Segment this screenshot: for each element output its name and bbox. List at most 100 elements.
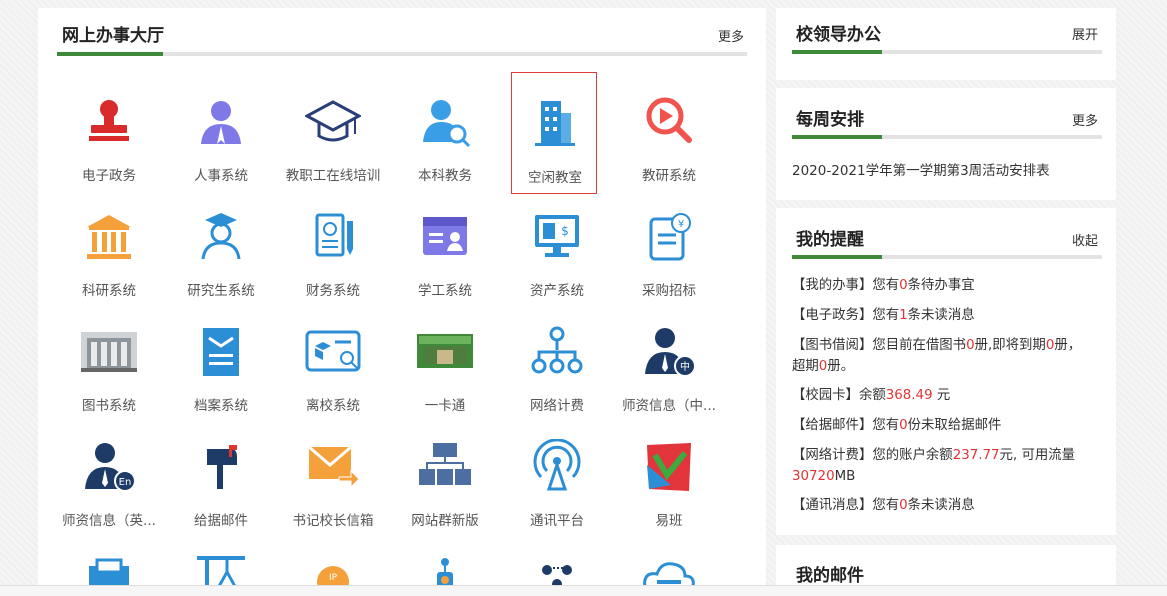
group-users-icon xyxy=(542,565,572,588)
service-hall-more-link[interactable]: 更多 xyxy=(718,26,744,45)
weekly-schedule-title-bar xyxy=(792,135,1102,139)
app-label: 研究生系统 xyxy=(187,283,255,299)
service-hall-panel: 网上办事大厅 更多 电子政务 人事系统 教职工在线培训 本科教务 空闲教室 教研… xyxy=(38,8,766,588)
stamp-icon xyxy=(89,100,129,141)
reminders-title: 我的提醒 xyxy=(796,230,864,250)
weekly-schedule-title: 每周安排 xyxy=(796,110,864,130)
app-label: 资产系统 xyxy=(530,283,584,299)
app-tile-campus-card[interactable]: 一卡通 xyxy=(389,300,501,415)
app-label: 书记校长信箱 xyxy=(292,513,374,529)
app-tile-undergrad-affairs[interactable]: 本科教务 xyxy=(389,70,501,185)
app-label: 离校系统 xyxy=(306,398,360,414)
app-label: 给据邮件 xyxy=(194,513,248,529)
svg-text:IP: IP xyxy=(329,573,338,583)
app-label: 空闲教室 xyxy=(528,170,582,186)
app-label: 电子政务 xyxy=(82,168,136,184)
reminders-title-bar xyxy=(792,255,1102,259)
app-tile-website-group[interactable]: 网站群新版 xyxy=(389,415,501,530)
app-tile-staff-training[interactable]: 教职工在线培训 xyxy=(277,70,389,185)
reminder-e-gov[interactable]: 【电子政务】您有1条未读消息 xyxy=(792,305,1092,326)
app-tile-leave-school[interactable]: 离校系统 xyxy=(277,300,389,415)
app-tile-faculty-info-en[interactable]: En 师资信息（英... xyxy=(53,415,165,530)
app-tile-row5-2[interactable] xyxy=(165,530,277,588)
finance-document-icon xyxy=(315,213,353,257)
institution-icon xyxy=(87,215,131,259)
app-tile-graduate[interactable]: 研究生系统 xyxy=(165,185,277,300)
mailbox-icon xyxy=(207,445,237,489)
app-tile-scientific-research[interactable]: 科研系统 xyxy=(53,185,165,300)
app-tile-row5-3[interactable]: IP xyxy=(277,530,389,588)
app-label: 本科教务 xyxy=(418,168,472,184)
service-hall-title-bar xyxy=(57,52,747,56)
app-tile-registered-mail[interactable]: 给据邮件 xyxy=(165,415,277,530)
app-label: 易班 xyxy=(655,513,683,529)
app-tile-president-mailbox[interactable]: 书记校长信箱 xyxy=(277,415,389,530)
app-label: 网站群新版 xyxy=(411,513,479,529)
app-label: 档案系统 xyxy=(194,398,248,414)
browser-status-bar xyxy=(0,585,1167,596)
weekly-schedule-panel: 每周安排 更多 2020-2021学年第一学期第3周活动安排表 xyxy=(776,88,1116,200)
svg-text:中: 中 xyxy=(680,360,690,373)
library-photo-icon xyxy=(81,332,137,372)
person-icon xyxy=(201,101,241,144)
leaders-office-toggle[interactable]: 展开 xyxy=(1072,24,1098,43)
app-tile-network-billing[interactable]: 网络计费 xyxy=(501,300,613,415)
app-tile-yiban[interactable]: 易班 xyxy=(613,415,725,530)
app-tile-e-gov[interactable]: 电子政务 xyxy=(53,70,165,185)
cloud-server-icon xyxy=(643,562,695,588)
app-label: 图书系统 xyxy=(82,398,136,414)
app-tile-procurement[interactable]: ¥ 采购招标 xyxy=(613,185,725,300)
app-tile-archives[interactable]: 档案系统 xyxy=(165,300,277,415)
student-calendar-icon xyxy=(423,217,467,255)
app-tile-row5-1[interactable] xyxy=(53,530,165,588)
play-search-icon xyxy=(646,97,692,143)
leaders-office-title: 校领导办公 xyxy=(796,25,881,45)
my-mail-panel: 我的邮件 xyxy=(776,545,1116,590)
app-label: 科研系统 xyxy=(82,283,136,299)
app-tile-assets[interactable]: $ 资产系统 xyxy=(501,185,613,300)
yiban-logo-icon xyxy=(647,443,691,491)
user-search-icon xyxy=(423,100,471,148)
app-tile-teaching-research[interactable]: 教研系统 xyxy=(613,70,725,185)
leaders-office-panel: 校领导办公 展开 xyxy=(776,8,1116,80)
app-tile-row5-6[interactable] xyxy=(613,530,725,588)
graduate-student-icon xyxy=(201,213,241,260)
weekly-schedule-item-link[interactable]: 2020-2021学年第一学期第3周活动安排表 xyxy=(792,159,1050,179)
antenna-icon xyxy=(533,439,581,491)
weekly-schedule-more-link[interactable]: 更多 xyxy=(1072,110,1098,129)
cloud-ip-icon: IP xyxy=(317,566,349,588)
campus-card-icon xyxy=(417,334,473,368)
reminder-messages[interactable]: 【通讯消息】您有0条未读消息 xyxy=(792,495,1092,516)
network-tree-icon xyxy=(531,326,583,374)
reminder-campus-card[interactable]: 【校园卡】余额368.49 元 xyxy=(792,385,1092,406)
leaders-office-title-bar xyxy=(792,50,1102,54)
reminder-network-billing[interactable]: 【网络计费】您的账户余额237.77元, 可用流量30720MB xyxy=(792,445,1092,487)
teacher-en-icon: En xyxy=(85,443,136,492)
svg-text:En: En xyxy=(119,477,132,488)
app-label: 教研系统 xyxy=(642,168,696,184)
app-tile-communication[interactable]: 通讯平台 xyxy=(501,415,613,530)
app-tile-library[interactable]: 图书系统 xyxy=(53,300,165,415)
printer-icon xyxy=(89,558,129,588)
app-tile-free-classroom[interactable]: 空闲教室 xyxy=(511,72,597,194)
svg-text:$: $ xyxy=(561,224,569,238)
app-label: 师资信息（英... xyxy=(62,513,156,529)
app-tile-row5-5[interactable] xyxy=(501,530,613,588)
camera-icon xyxy=(437,558,453,588)
computer-asset-icon: $ xyxy=(535,215,579,257)
app-tile-finance[interactable]: 财务系统 xyxy=(277,185,389,300)
app-label: 网络计费 xyxy=(530,398,584,414)
app-label: 教职工在线培训 xyxy=(285,168,381,184)
teacher-cn-icon: 中 xyxy=(645,328,696,377)
reminder-registered-mail[interactable]: 【给据邮件】您有0份未取给据邮件 xyxy=(792,415,1092,436)
mail-forward-icon xyxy=(308,445,360,489)
app-label: 学工系统 xyxy=(418,283,472,299)
app-tile-student-affairs[interactable]: 学工系统 xyxy=(389,185,501,300)
app-tile-row5-4[interactable] xyxy=(389,530,501,588)
reminder-library-loans[interactable]: 【图书借阅】您目前在借图书0册,即将到期0册，超期0册。 xyxy=(792,335,1092,377)
app-tile-hr[interactable]: 人事系统 xyxy=(165,70,277,185)
app-tile-faculty-info-cn[interactable]: 中 师资信息（中... xyxy=(613,300,725,415)
my-mail-title: 我的邮件 xyxy=(796,566,864,586)
reminder-my-tasks[interactable]: 【我的办事】您有0条待办事宜 xyxy=(792,275,1092,296)
reminders-toggle[interactable]: 收起 xyxy=(1072,230,1098,249)
